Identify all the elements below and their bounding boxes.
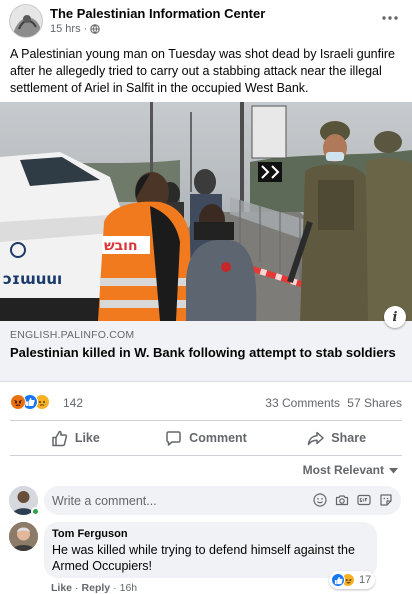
globe-icon: [90, 24, 100, 34]
post-time[interactable]: 15 hrs: [50, 23, 81, 35]
comment-input[interactable]: [52, 486, 292, 515]
post-image[interactable]: ɔɪɯuuı חובש: [0, 102, 412, 321]
thumbs-up-icon: [51, 430, 68, 447]
comment-sort-dropdown[interactable]: Most Relevant: [303, 463, 398, 477]
more-options-icon[interactable]: [378, 10, 402, 26]
comment-button[interactable]: Comment: [141, 421, 272, 455]
info-icon[interactable]: i: [384, 306, 406, 328]
share-button[interactable]: Share: [271, 421, 402, 455]
car-lettering: ɔɪɯuuı: [3, 270, 62, 288]
link-domain: ENGLISH.PALINFO.COM: [10, 329, 135, 341]
sticker-icon[interactable]: [379, 493, 393, 507]
page-name[interactable]: The Palestinian Information Center: [50, 6, 265, 21]
post-actions-bar: Like Comment Share: [10, 420, 402, 456]
angry-reaction-icon: [10, 394, 26, 410]
engagement-stats: 142 33 Comments 57 Shares: [0, 390, 412, 414]
comment-bubble: Tom Ferguson He was killed while trying …: [44, 522, 377, 578]
post-text: A Palestinian young man on Tuesday was s…: [10, 47, 395, 95]
like-label: Like: [74, 431, 100, 445]
emoji-icon[interactable]: [313, 493, 327, 507]
comment-actions: Like · Reply · 16h: [51, 582, 137, 594]
reaction-summary[interactable]: [10, 394, 50, 410]
meta-separator: ·: [83, 23, 88, 35]
comment-composer[interactable]: [44, 486, 401, 515]
online-status-dot: [31, 507, 40, 516]
comment-label: Comment: [189, 431, 247, 445]
caret-down-icon: [389, 463, 398, 477]
page-avatar[interactable]: [9, 4, 43, 38]
comment-reaction-count: 17: [359, 574, 372, 586]
comment-count[interactable]: 33 Comments: [265, 396, 340, 410]
comment-dot: ·: [75, 582, 79, 594]
reaction-count[interactable]: 142: [63, 396, 83, 410]
commenter-avatar[interactable]: [9, 522, 38, 551]
comment-author[interactable]: Tom Ferguson: [52, 528, 128, 540]
vest-lettering: חובש: [104, 238, 138, 254]
link-title[interactable]: Palestinian killed in W. Bank following …: [10, 344, 402, 361]
camera-icon[interactable]: [335, 493, 349, 507]
like-button[interactable]: Like: [10, 421, 141, 455]
gif-icon[interactable]: [357, 493, 371, 507]
share-icon: [307, 430, 325, 447]
post-header: The Palestinian Information Center 15 hr…: [0, 0, 412, 42]
link-preview-card[interactable]: ENGLISH.PALINFO.COM Palestinian killed i…: [0, 321, 412, 382]
comment-reaction-summary[interactable]: 17: [329, 571, 376, 589]
share-label: Share: [331, 431, 367, 445]
share-count[interactable]: 57 Shares: [347, 396, 402, 410]
like-reaction-icon: [331, 573, 345, 587]
composer-tools: [313, 493, 393, 507]
sort-label: Most Relevant: [302, 463, 384, 477]
comment-reply-link[interactable]: Reply: [82, 582, 111, 594]
comment-icon: [165, 430, 182, 447]
post-meta: 15 hrs ·: [50, 23, 100, 35]
comment-text: He was killed while trying to defend him…: [52, 543, 355, 573]
comment-time[interactable]: 16h: [120, 582, 138, 594]
comment-like-link[interactable]: Like: [51, 582, 72, 594]
comment-dot: ·: [113, 582, 117, 594]
